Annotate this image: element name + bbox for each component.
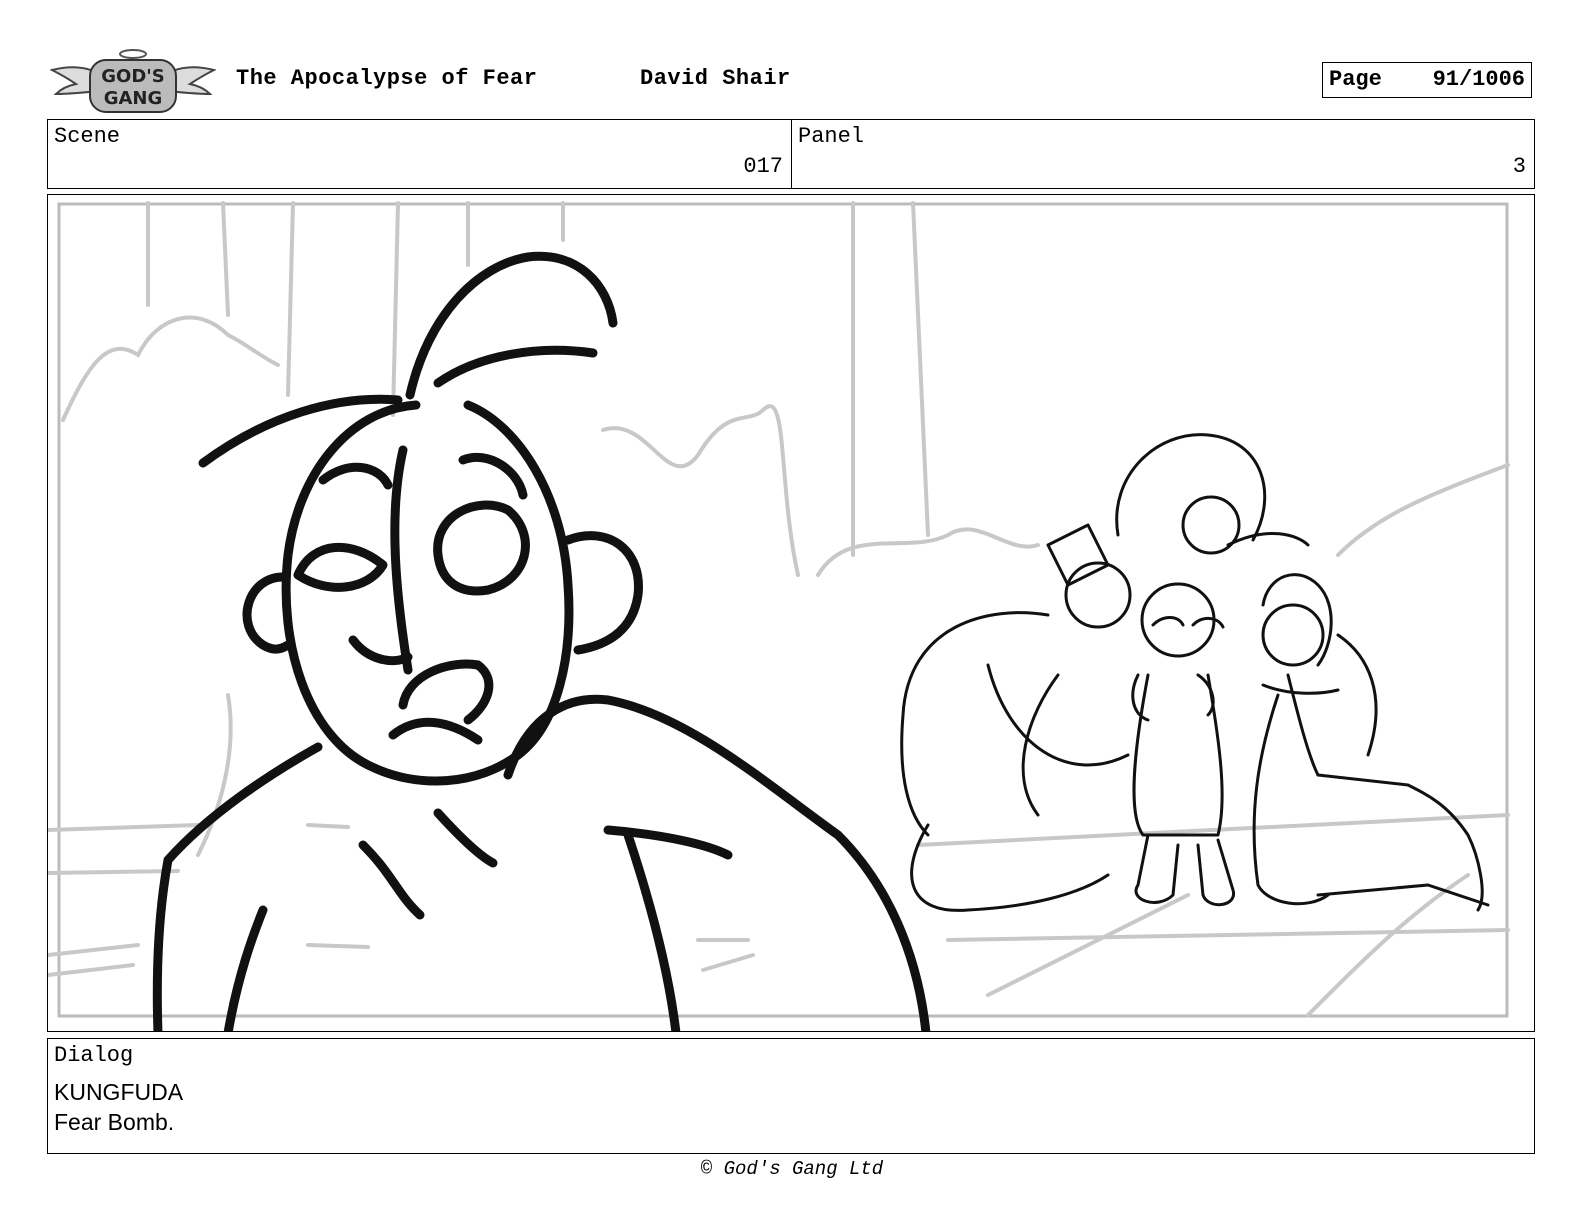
scene-panel-info: Scene 017 Panel 3 <box>47 119 1535 189</box>
scene-number: 017 <box>743 154 783 179</box>
dialog-speaker: KUNGFUDA <box>54 1079 184 1105</box>
svg-text:GANG: GANG <box>104 88 163 109</box>
gods-gang-logo: GOD'S GANG <box>49 46 217 116</box>
scene-label: Scene <box>54 124 121 149</box>
dialog-label: Dialog <box>54 1043 134 1068</box>
dialog-line: Fear Bomb. <box>54 1109 175 1135</box>
storyboard-sketch <box>48 201 1510 1031</box>
scene-cell: Scene 017 <box>48 120 792 188</box>
svg-text:GOD'S: GOD'S <box>101 66 165 87</box>
page-label: Page <box>1329 67 1382 92</box>
panel-label: Panel <box>798 124 865 149</box>
author-name: David Shair <box>640 66 791 91</box>
panel-number: 3 <box>1512 154 1526 179</box>
page-number: 91/1006 <box>1432 67 1525 92</box>
panel-cell: Panel 3 <box>792 120 1534 188</box>
storyboard-frame <box>47 194 1535 1032</box>
dialog-box: Dialog KUNGFUDA Fear Bomb. <box>47 1038 1535 1154</box>
copyright-footer: © God's Gang Ltd <box>700 1158 884 1180</box>
project-title: The Apocalypse of Fear <box>236 66 538 91</box>
page-indicator: Page 91/1006 <box>1322 62 1532 98</box>
